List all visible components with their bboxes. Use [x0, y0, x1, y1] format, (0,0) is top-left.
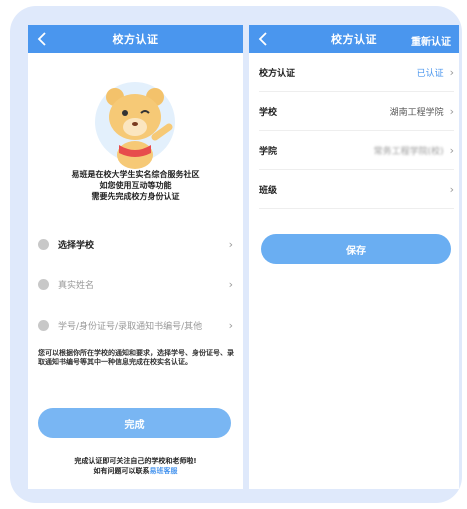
- id-card-icon: [38, 319, 49, 331]
- intro-line: 易班是在校大学生实名综合服务社区: [71, 170, 200, 179]
- row-key: 学院: [259, 147, 278, 157]
- id-number-placeholder: 学号/身份证号/录取通知书编号/其他: [58, 321, 203, 332]
- page-title: 校方认证: [331, 33, 377, 46]
- hint-text: 您可以根据你所在学校的通知和要求，选择学号、身份证号、录取通知书编号等其中一种信…: [38, 349, 234, 366]
- footer-line: 完成认证即可关注自己的学校和老师啦!: [74, 457, 197, 465]
- row-key: 学校: [259, 108, 278, 118]
- select-school-label: 选择学校: [58, 240, 95, 251]
- nav-bar: 校方认证: [28, 25, 243, 53]
- chevron-right-icon: ›: [228, 237, 233, 251]
- real-name-placeholder: 真实姓名: [58, 280, 95, 291]
- back-arrow-icon[interactable]: [257, 31, 271, 47]
- verify-form-screen: 校方认证 易班是在校大学生实名综合服务社区 如您使用互动等功能 需要先完成校方身…: [28, 25, 243, 489]
- footer-prefix: 如有问题可以联系: [93, 467, 150, 475]
- college-row[interactable]: 学院 常务工程学院(校) ›: [259, 132, 454, 170]
- school-row[interactable]: 学校 湖南工程学院 ›: [259, 93, 454, 131]
- id-number-field[interactable]: 学号/身份证号/录取通知书编号/其他 ›: [38, 310, 233, 340]
- footer-text: 完成认证即可关注自己的学校和老师啦! 如有问题可以联系易班客服: [28, 456, 243, 476]
- row-value: 已认证: [416, 69, 444, 79]
- person-icon: [38, 278, 49, 290]
- real-name-field[interactable]: 真实姓名 ›: [38, 269, 233, 299]
- intro-line: 需要先完成校方身份认证: [91, 192, 180, 201]
- save-button[interactable]: 保存: [261, 234, 451, 264]
- chevron-right-icon: ›: [228, 277, 233, 291]
- footer-line: 如有问题可以联系易班客服: [28, 466, 243, 476]
- row-key: 校方认证: [259, 69, 296, 79]
- verify-result-screen: 校方认证 重新认证 校方认证 已认证 › 学校 湖南工程学院 › 学院 常务工程…: [249, 25, 459, 489]
- row-value: 常务工程学院(校): [373, 147, 444, 157]
- school-icon: [38, 238, 49, 250]
- chevron-right-icon: ›: [228, 318, 233, 332]
- row-value: 湖南工程学院: [389, 108, 444, 118]
- row-key: 班级: [259, 186, 278, 196]
- chevron-right-icon: ›: [449, 66, 454, 79]
- verify-status-row[interactable]: 校方认证 已认证 ›: [259, 54, 454, 92]
- chevron-right-icon: ›: [449, 105, 454, 118]
- done-button[interactable]: 完成: [38, 408, 231, 438]
- re-verify-button[interactable]: 重新认证: [411, 33, 451, 48]
- chevron-right-icon: ›: [449, 144, 454, 157]
- select-school-row[interactable]: 选择学校 ›: [38, 229, 233, 259]
- nav-bar: 校方认证 重新认证: [249, 25, 459, 53]
- back-arrow-icon[interactable]: [36, 31, 50, 47]
- customer-service-link[interactable]: 易班客服: [150, 467, 178, 475]
- chevron-right-icon: ›: [449, 183, 454, 196]
- intro-text: 易班是在校大学生实名综合服务社区 如您使用互动等功能 需要先完成校方身份认证: [28, 169, 243, 202]
- page-title: 校方认证: [112, 33, 159, 46]
- class-row[interactable]: 班级 ›: [259, 171, 454, 209]
- intro-line: 如您使用互动等功能: [99, 181, 172, 190]
